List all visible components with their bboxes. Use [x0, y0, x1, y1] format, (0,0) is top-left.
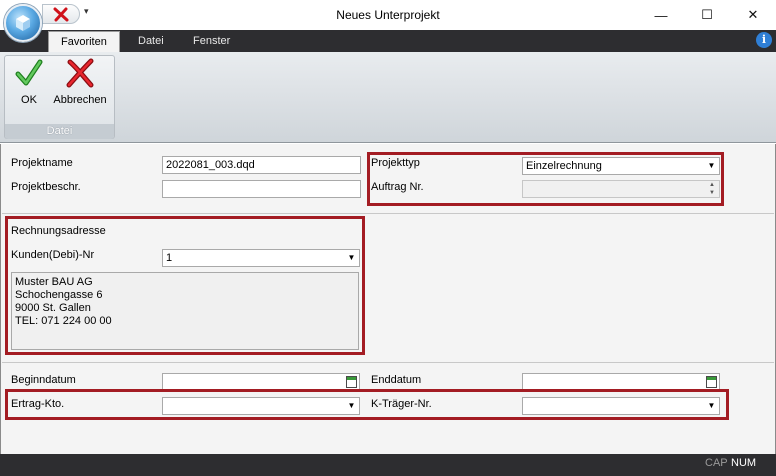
divider	[2, 213, 774, 214]
ribbon-group-label: Datei	[5, 124, 114, 139]
spin-down-icon[interactable]: ▼	[706, 189, 718, 197]
chevron-down-icon[interactable]: ▼	[344, 250, 359, 266]
projektname-label: Projektname	[11, 157, 73, 169]
checkmark-icon	[15, 59, 43, 86]
address-line: 9000 St. Gallen	[15, 302, 91, 314]
address-line: Schochengasse 6	[15, 289, 103, 301]
info-icon[interactable]: i	[756, 32, 772, 48]
cube-icon	[16, 15, 30, 31]
calendar-icon[interactable]	[706, 376, 717, 388]
kunden-value: 1	[166, 252, 173, 264]
chevron-down-icon[interactable]: ▼	[704, 158, 719, 174]
address-line: TEL: 071 224 00 00	[15, 315, 112, 327]
spin-up-icon[interactable]: ▲	[706, 181, 718, 189]
tab-favoriten[interactable]: Favoriten	[48, 31, 120, 52]
ribbon	[0, 52, 776, 143]
kunden-label: Kunden(Debi)-Nr	[11, 249, 95, 261]
chevron-down-icon[interactable]: ▼	[704, 398, 719, 414]
tab-datei[interactable]: Datei	[126, 31, 176, 52]
ertrag-select[interactable]: ▼	[162, 397, 360, 415]
ok-button[interactable]: OK	[12, 58, 46, 110]
ktraeger-label: K-Träger-Nr.	[371, 398, 432, 410]
kunden-select[interactable]: 1 ▼	[162, 249, 360, 267]
projekttyp-select[interactable]: Einzelrechnung ▼	[522, 157, 720, 175]
abbrechen-label: Abbrechen	[53, 94, 107, 106]
cancel-x-icon	[66, 58, 94, 88]
calendar-icon[interactable]	[346, 376, 357, 388]
ktraeger-select[interactable]: ▼	[522, 397, 720, 415]
address-line: Muster BAU AG	[15, 276, 93, 288]
num-lock-indicator: NUM	[731, 457, 757, 469]
ok-label: OK	[21, 94, 37, 106]
divider	[2, 362, 774, 363]
status-bar	[0, 454, 776, 476]
chevron-down-icon[interactable]: ▼	[344, 398, 359, 414]
auftrag-input[interactable]: ▲ ▼	[522, 180, 720, 198]
maximize-button[interactable]: ☐	[684, 0, 730, 30]
caps-lock-indicator: CAP	[705, 457, 728, 469]
projekttyp-value: Einzelrechnung	[526, 160, 602, 172]
enddatum-label: Enddatum	[371, 374, 422, 386]
projektbeschr-label: Projektbeschr.	[11, 181, 81, 193]
beginndatum-label: Beginndatum	[11, 374, 76, 386]
address-box: Muster BAU AG Schochengasse 6 9000 St. G…	[11, 272, 359, 350]
tab-fenster[interactable]: Fenster	[181, 31, 242, 52]
projektname-input[interactable]: 2022081_003.dqd	[162, 156, 361, 174]
abbrechen-button[interactable]: Abbrechen	[50, 58, 110, 110]
app-menu-button[interactable]	[4, 4, 42, 42]
auftrag-label: Auftrag Nr.	[371, 181, 424, 193]
rechnungsadresse-heading: Rechnungsadresse	[11, 225, 106, 237]
minimize-button[interactable]: —	[638, 0, 684, 30]
projektbeschr-input[interactable]	[162, 180, 361, 198]
close-button[interactable]: ✕	[730, 0, 776, 30]
projekttyp-label: Projekttyp	[371, 157, 420, 169]
ertrag-label: Ertrag-Kto.	[11, 398, 65, 410]
